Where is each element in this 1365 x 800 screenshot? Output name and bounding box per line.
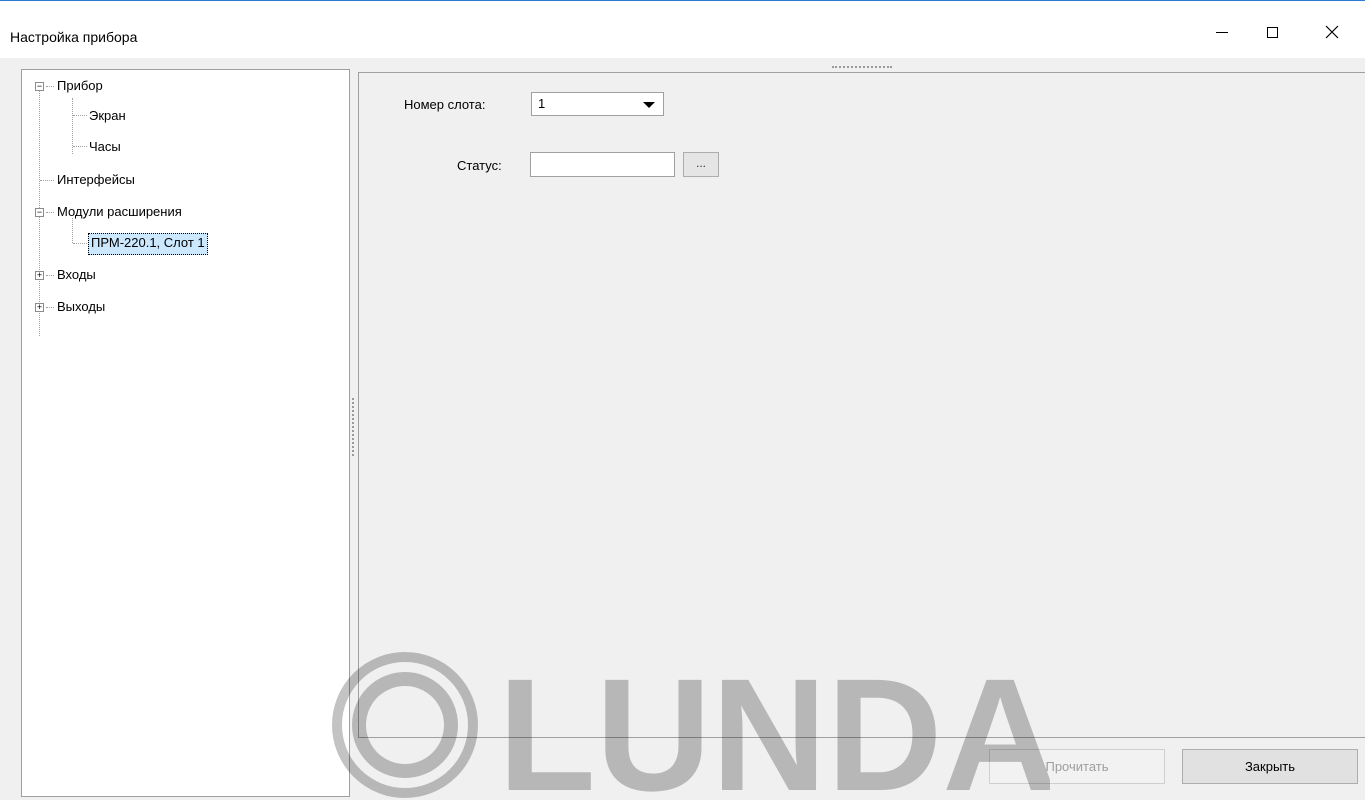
slot-number-select[interactable]: 1 (531, 92, 664, 116)
slot-number-value: 1 (538, 96, 546, 111)
status-field[interactable] (530, 152, 675, 177)
tree-connector (73, 115, 87, 116)
chevron-down-icon (643, 102, 655, 108)
collapse-icon[interactable]: − (35, 82, 44, 91)
tree-item-pribor[interactable]: Прибор (57, 76, 103, 96)
title-bar: Настройка прибора (0, 0, 1365, 58)
vertical-splitter[interactable] (352, 398, 356, 456)
tree-item-interfeysy[interactable]: Интерфейсы (57, 170, 135, 190)
tree-connector (46, 275, 54, 276)
slot-number-label: Номер слота: (404, 97, 486, 112)
tree-connector (40, 180, 54, 181)
tree-item-vhody[interactable]: Входы (57, 265, 96, 285)
settings-panel (358, 72, 1365, 738)
status-label: Статус: (457, 158, 502, 173)
horizontal-splitter[interactable] (832, 66, 892, 70)
tree-item-chasy[interactable]: Часы (89, 137, 121, 157)
close-button[interactable]: Закрыть (1182, 749, 1358, 784)
expand-icon[interactable]: + (35, 303, 44, 312)
close-icon (1325, 25, 1339, 39)
tree-item-vyhody[interactable]: Выходы (57, 297, 105, 317)
expand-icon[interactable]: + (35, 271, 44, 280)
minimize-icon (1216, 31, 1228, 33)
tree-item-moduli-rasshireniya[interactable]: Модули расширения (57, 202, 182, 222)
minimize-button[interactable] (1199, 17, 1245, 47)
tree-connector (73, 146, 87, 147)
window-title: Настройка прибора (10, 29, 138, 45)
collapse-icon[interactable]: − (35, 208, 44, 217)
maximize-button[interactable] (1249, 17, 1295, 47)
tree-item-prm-slot-1[interactable]: ПРМ-220.1, Слот 1 (88, 233, 208, 255)
navigation-tree: − − + + Прибор Экран Часы Интерфейсы Мод… (21, 69, 350, 797)
close-window-button[interactable] (1309, 17, 1355, 47)
tree-connector (46, 307, 54, 308)
tree-item-ekran[interactable]: Экран (89, 106, 126, 126)
browse-button[interactable]: ... (683, 152, 719, 177)
tree-connector (46, 86, 54, 87)
tree-connector (46, 212, 54, 213)
tree-connector (73, 243, 87, 244)
read-button[interactable]: Прочитать (989, 749, 1165, 784)
maximize-icon (1266, 26, 1278, 38)
